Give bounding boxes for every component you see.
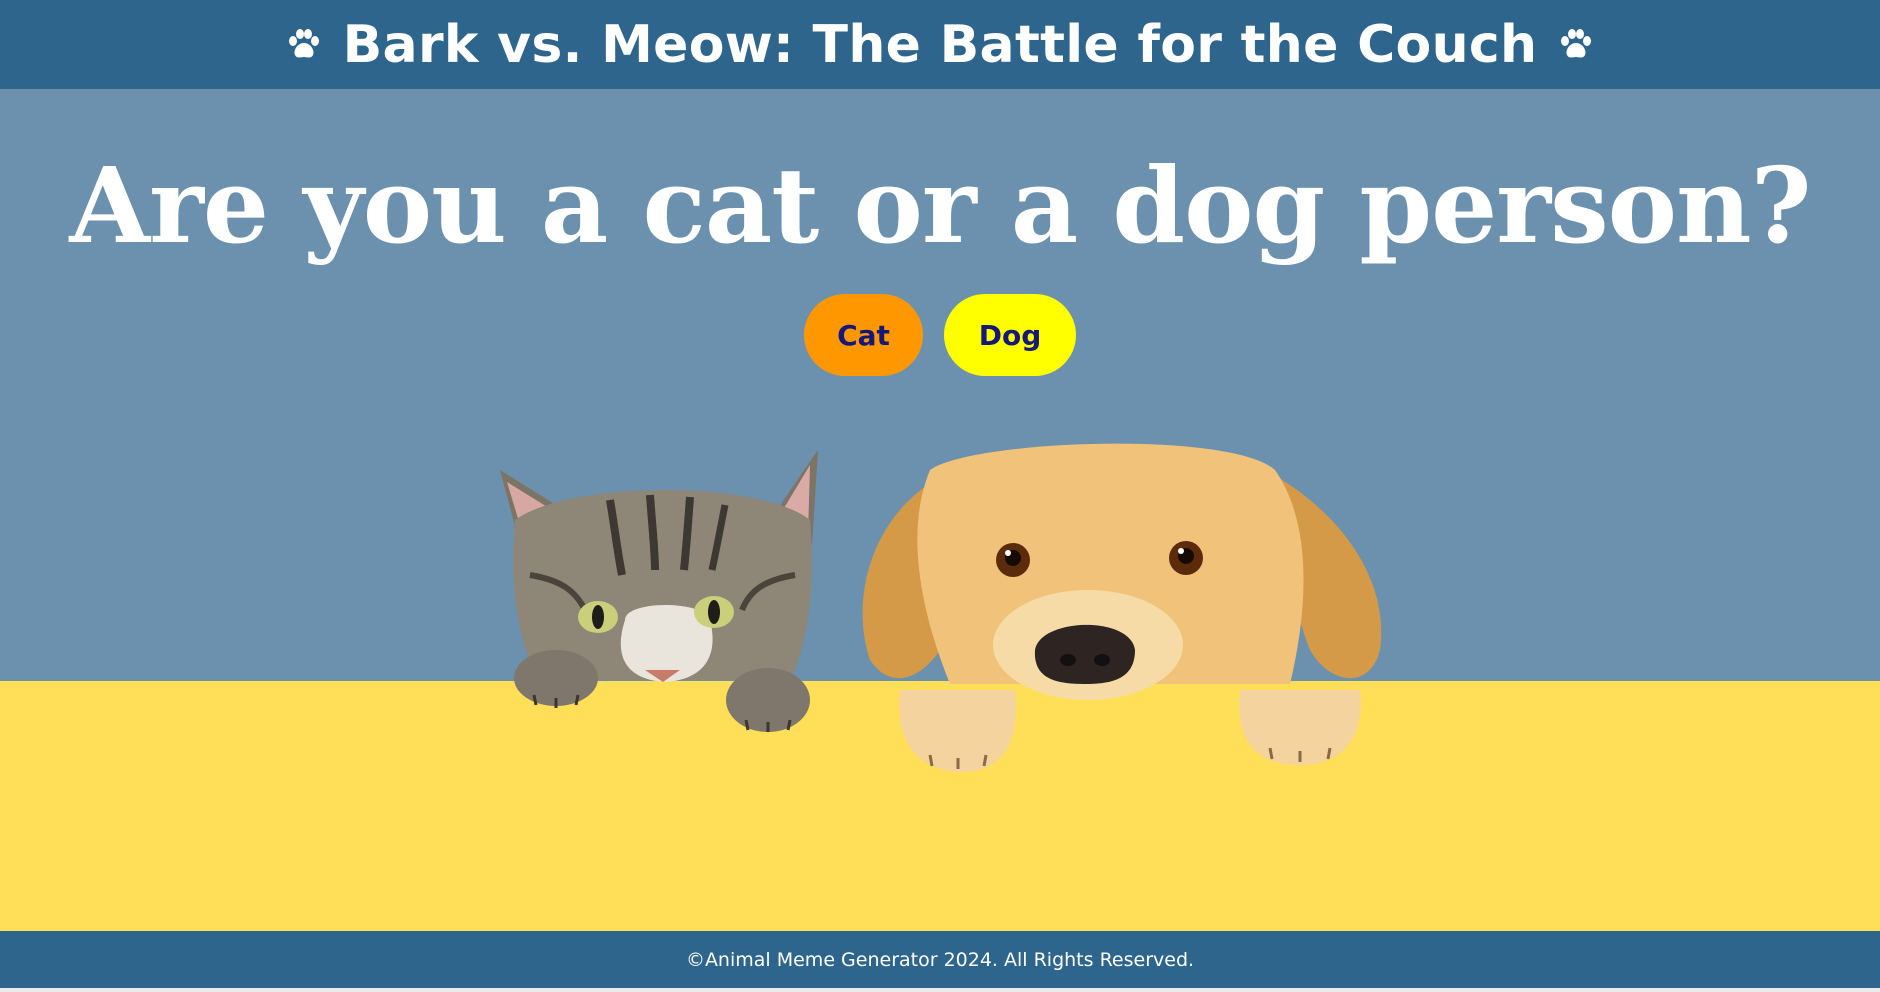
page: Bark vs. Meow: The Battle for the Couch … — [0, 0, 1880, 988]
copyright-text: ©Animal Meme Generator 2024. All Rights … — [685, 948, 1195, 971]
dog-button[interactable]: Dog — [944, 294, 1076, 376]
choice-buttons: Cat Dog — [0, 294, 1880, 376]
paw-icon — [1561, 28, 1592, 57]
hero-question: Are you a cat or a dog person? — [69, 144, 1811, 267]
site-title: Bark vs. Meow: The Battle for the Couch — [342, 14, 1538, 75]
ledge-band — [0, 681, 1880, 931]
hero-section: Are you a cat or a dog person? Cat Dog — [0, 89, 1880, 681]
cat-button[interactable]: Cat — [804, 294, 923, 376]
site-header: Bark vs. Meow: The Battle for the Couch — [0, 0, 1880, 89]
site-footer: ©Animal Meme Generator 2024. All Rights … — [0, 931, 1880, 988]
paw-icon — [288, 28, 319, 57]
